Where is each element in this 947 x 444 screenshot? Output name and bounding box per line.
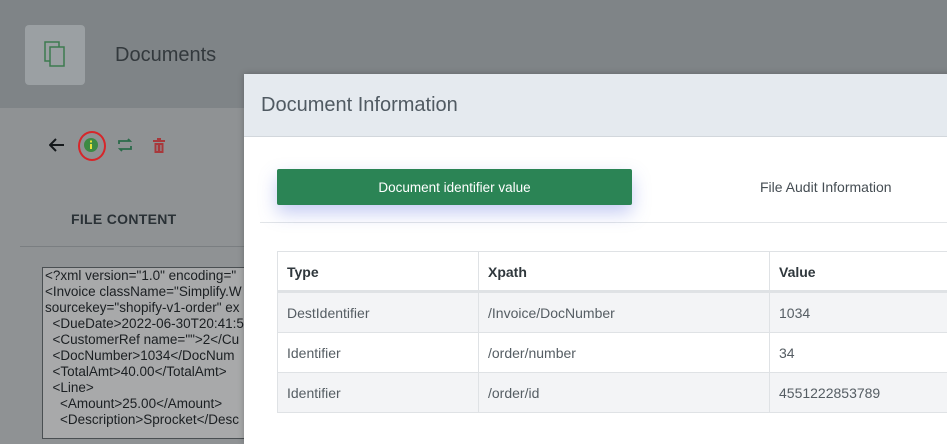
- cell-value: 1034: [770, 293, 947, 333]
- identifier-table: Type Xpath Value DestIdentifier /Invoice…: [277, 251, 947, 413]
- xml-line: sourcekey="shopify-v1-order" ex: [43, 300, 253, 316]
- info-icon[interactable]: [80, 134, 102, 156]
- xml-line: <CustomerRef name="">2</Cu: [43, 332, 253, 348]
- cell-xpath: /Invoice/DocNumber: [479, 293, 770, 333]
- table-row[interactable]: DestIdentifier /Invoice/DocNumber 1034: [278, 293, 947, 333]
- xml-line: <DocNumber>1034</DocNum: [43, 348, 253, 364]
- cell-value: 34: [770, 333, 947, 373]
- xml-line: <Description>Sprocket</Desc: [43, 412, 253, 428]
- table-header-row: Type Xpath Value: [278, 252, 947, 293]
- cell-type: Identifier: [278, 373, 479, 413]
- table-row[interactable]: Identifier /order/number 34: [278, 333, 947, 373]
- cell-xpath: /order/number: [479, 333, 770, 373]
- cell-type: DestIdentifier: [278, 293, 479, 333]
- documents-icon: [42, 40, 68, 70]
- cell-value: 4551222853789: [770, 373, 947, 413]
- tab-file-audit-information[interactable]: File Audit Information: [760, 169, 892, 205]
- column-header-value[interactable]: Value: [770, 252, 947, 293]
- column-header-xpath[interactable]: Xpath: [479, 252, 770, 293]
- repeat-icon[interactable]: [114, 134, 136, 156]
- back-arrow-icon[interactable]: [46, 134, 68, 156]
- xml-line: <Amount>25.00</Amount>: [43, 396, 253, 412]
- tab-divider: [20, 246, 250, 247]
- document-toolbar: [46, 134, 182, 156]
- column-header-type[interactable]: Type: [278, 252, 479, 293]
- trash-icon[interactable]: [148, 134, 170, 156]
- tab-file-content[interactable]: FILE CONTENT: [71, 211, 176, 227]
- tab-document-identifier-value[interactable]: Document identifier value: [277, 169, 632, 205]
- cell-type: Identifier: [278, 333, 479, 373]
- modal-tabs: Document identifier value File Audit Inf…: [260, 158, 947, 223]
- page-title: Documents: [115, 44, 216, 67]
- xml-line: <TotalAmt>40.00</TotalAmt>: [43, 364, 253, 380]
- xml-content-box[interactable]: <?xml version="1.0" encoding=" <Invoice …: [42, 267, 254, 439]
- xml-line: <Invoice className="Simplify.W: [43, 284, 253, 300]
- xml-line: <Line>: [43, 380, 253, 396]
- document-information-modal: Document Information Document identifier…: [244, 74, 947, 444]
- xml-line: <?xml version="1.0" encoding=": [43, 268, 253, 284]
- xml-line: <DueDate>2022-06-30T20:41:5: [43, 316, 253, 332]
- table-row[interactable]: Identifier /order/id 4551222853789: [278, 373, 947, 413]
- modal-title: Document Information: [261, 94, 458, 117]
- cell-xpath: /order/id: [479, 373, 770, 413]
- documents-app-icon: [25, 25, 85, 85]
- modal-header: Document Information: [244, 74, 947, 137]
